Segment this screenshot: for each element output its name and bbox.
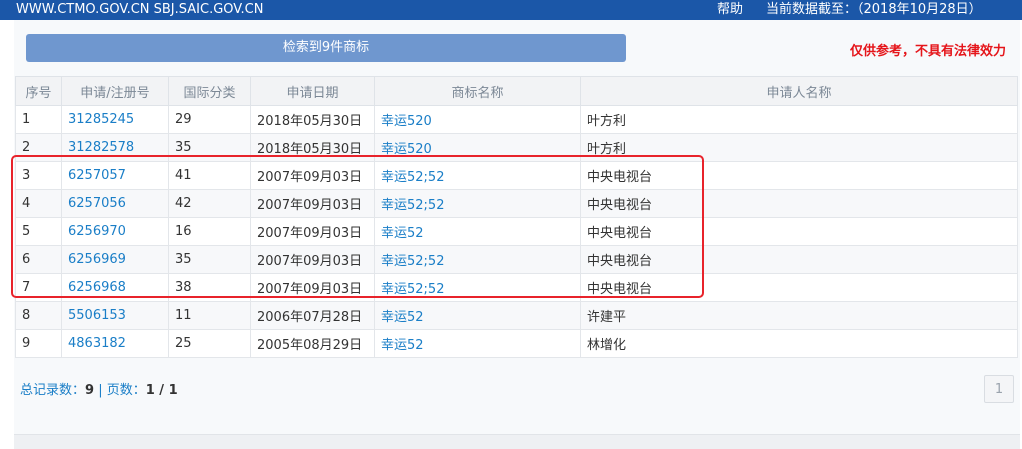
- table-row: 3 6257057 41 2007年09月03日 幸运52;52 中央电视台: [15, 161, 1018, 190]
- pages-value: 1 / 1: [145, 383, 178, 398]
- reg-no-link[interactable]: 4863182: [61, 329, 169, 358]
- pager-separator: |: [94, 383, 107, 398]
- cell-applicant: 中央电视台: [580, 245, 1018, 274]
- table-row: 5 6256970 16 2007年09月03日 幸运52 中央电视台: [15, 217, 1018, 246]
- reg-no-link[interactable]: 6256968: [61, 273, 169, 302]
- result-count-bar: 检索到9件商标: [26, 34, 626, 62]
- cell-class: 42: [168, 189, 251, 218]
- cell-class: 35: [168, 245, 251, 274]
- cell-no: 8: [15, 301, 62, 330]
- cell-date: 2007年09月03日: [250, 189, 375, 218]
- trademark-name-link[interactable]: 幸运52: [374, 329, 581, 358]
- cell-no: 4: [15, 189, 62, 218]
- reg-no-link[interactable]: 31285245: [61, 105, 169, 134]
- cell-class: 41: [168, 161, 251, 190]
- table-row: 4 6257056 42 2007年09月03日 幸运52;52 中央电视台: [15, 189, 1018, 218]
- cell-date: 2007年09月03日: [250, 217, 375, 246]
- total-records-label: 总记录数：: [20, 383, 86, 398]
- table-row: 2 31282578 35 2018年05月30日 幸运520 叶方利: [15, 133, 1018, 162]
- cell-no: 9: [15, 329, 62, 358]
- cell-applicant: 中央电视台: [580, 273, 1018, 302]
- reg-no-link[interactable]: 6256970: [61, 217, 169, 246]
- trademark-name-link[interactable]: 幸运520: [374, 133, 581, 162]
- reg-no-link[interactable]: 31282578: [61, 133, 169, 162]
- trademark-name-link[interactable]: 幸运52: [374, 301, 581, 330]
- cell-class: 16: [168, 217, 251, 246]
- disclaimer: 仅供参考，不具有法律效力: [849, 44, 1006, 59]
- trademark-name-link[interactable]: 幸运52;52: [374, 161, 581, 190]
- cell-no: 1: [15, 105, 62, 134]
- cell-applicant: 中央电视台: [580, 161, 1018, 190]
- cell-date: 2018年05月30日: [250, 133, 375, 162]
- pages-label: 页数：: [106, 383, 146, 398]
- col-header-applicant: 申请人名称: [580, 76, 1018, 106]
- cell-date: 2007年09月03日: [250, 245, 375, 274]
- table-header-row: 序号 申请/注册号 国际分类 申请日期 商标名称 申请人名称: [15, 76, 1018, 106]
- cell-applicant: 林增化: [580, 329, 1018, 358]
- reg-no-link[interactable]: 6256969: [61, 245, 169, 274]
- cell-class: 11: [168, 301, 251, 330]
- cell-date: 2018年05月30日: [250, 105, 375, 134]
- cell-no: 7: [15, 273, 62, 302]
- results-table: 序号 申请/注册号 国际分类 申请日期 商标名称 申请人名称 1 3128524…: [15, 76, 1018, 358]
- reg-no-link[interactable]: 6257056: [61, 189, 169, 218]
- cell-class: 35: [168, 133, 251, 162]
- trademark-name-link[interactable]: 幸运520: [374, 105, 581, 134]
- help-link[interactable]: 帮助: [717, 0, 743, 20]
- cell-date: 2005年08月29日: [250, 329, 375, 358]
- trademark-name-link[interactable]: 幸运52;52: [374, 189, 581, 218]
- cell-class: 29: [168, 105, 251, 134]
- cell-date: 2007年09月03日: [250, 161, 375, 190]
- cell-no: 2: [15, 133, 62, 162]
- table-row: 8 5506153 11 2006年07月28日 幸运52 许建平: [15, 301, 1018, 330]
- cell-class: 25: [168, 329, 251, 358]
- trademark-name-link[interactable]: 幸运52;52: [374, 245, 581, 274]
- col-header-reg-no: 申请/注册号: [61, 76, 169, 106]
- cell-class: 38: [168, 273, 251, 302]
- data-date: 当前数据截至：（2018年10月28日）: [766, 2, 982, 17]
- cell-applicant: 中央电视台: [580, 217, 1018, 246]
- page-1-button[interactable]: 1: [984, 375, 1014, 403]
- col-header-trademark: 商标名称: [374, 76, 581, 106]
- col-header-class: 国际分类: [168, 76, 251, 106]
- cell-applicant: 中央电视台: [580, 189, 1018, 218]
- cell-no: 6: [15, 245, 62, 274]
- reg-no-link[interactable]: 5506153: [61, 301, 169, 330]
- total-records-value: 9: [85, 383, 95, 398]
- cell-no: 3: [15, 161, 62, 190]
- table-row: 7 6256968 38 2007年09月03日 幸运52;52 中央电视台: [15, 273, 1018, 302]
- trademark-name-link[interactable]: 幸运52: [374, 217, 581, 246]
- cell-date: 2006年07月28日: [250, 301, 375, 330]
- col-header-date: 申请日期: [250, 76, 375, 106]
- cell-no: 5: [15, 217, 62, 246]
- footer-strip: [14, 434, 1020, 449]
- table-row: 1 31285245 29 2018年05月30日 幸运520 叶方利: [15, 105, 1018, 134]
- col-header-no: 序号: [15, 76, 62, 106]
- reg-no-link[interactable]: 6257057: [61, 161, 169, 190]
- cell-date: 2007年09月03日: [250, 273, 375, 302]
- cell-applicant: 许建平: [580, 301, 1018, 330]
- cell-applicant: 叶方利: [580, 105, 1018, 134]
- table-row: 9 4863182 25 2005年08月29日 幸运52 林增化: [15, 329, 1018, 358]
- trademark-name-link[interactable]: 幸运52;52: [374, 273, 581, 302]
- site-urls: WWW.CTMO.GOV.CN SBJ.SAIC.GOV.CN: [16, 2, 264, 17]
- pager-info: 总记录数：9 | 页数：1 / 1: [20, 379, 178, 398]
- table-row: 6 6256969 35 2007年09月03日 幸运52;52 中央电视台: [15, 245, 1018, 274]
- cell-applicant: 叶方利: [580, 133, 1018, 162]
- top-bar: WWW.CTMO.GOV.CN SBJ.SAIC.GOV.CN 帮助 当前数据截…: [0, 0, 1022, 20]
